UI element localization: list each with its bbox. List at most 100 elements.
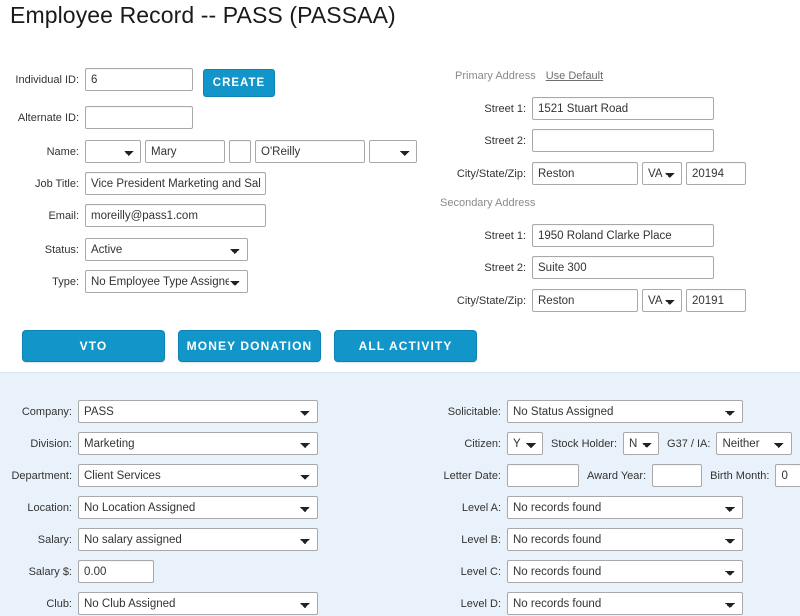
all-activity-button[interactable]: ALL ACTIVITY: [334, 330, 477, 362]
secondary-street2-row: Street 2:: [440, 256, 714, 279]
status-row: Status: Active: [0, 238, 248, 261]
secondary-street1-row: Street 1:: [440, 224, 714, 247]
level-d-row: Level D: No records found: [430, 592, 743, 615]
type-select[interactable]: No Employee Type Assigned: [85, 270, 248, 293]
email-label: Email:: [48, 209, 79, 222]
secondary-street1-input[interactable]: [532, 224, 714, 247]
level-d-select[interactable]: No records found: [507, 592, 743, 615]
individual-id-input[interactable]: [85, 68, 193, 91]
level-a-row: Level A: No records found: [430, 496, 743, 519]
primary-citystatezip-row: City/State/Zip: VA: [440, 162, 746, 185]
club-select[interactable]: No Club Assigned: [78, 592, 318, 615]
solicitable-label: Solicitable:: [447, 405, 501, 418]
department-label: Department:: [11, 469, 72, 482]
salary-amount-label: Salary $:: [28, 565, 72, 578]
job-title-label: Job Title:: [34, 177, 79, 190]
division-label: Division:: [30, 437, 72, 450]
location-row: Location: No Location Assigned: [0, 496, 318, 519]
name-label: Name:: [46, 145, 79, 158]
salary-amount-row: Salary $:: [0, 560, 154, 583]
company-row: Company: PASS: [0, 400, 318, 423]
secondary-street2-input[interactable]: [532, 256, 714, 279]
letter-date-label: Letter Date:: [443, 469, 501, 482]
citizen-label: Citizen:: [464, 437, 501, 450]
solicitable-row: Solicitable: No Status Assigned: [430, 400, 743, 423]
location-select[interactable]: No Location Assigned: [78, 496, 318, 519]
letter-date-input[interactable]: [507, 464, 579, 487]
letter-date-award-birth-row: Letter Date: Award Year: Birth Month:: [430, 464, 800, 487]
secondary-citystatezip-label: City/State/Zip:: [456, 294, 526, 307]
club-row: Club: No Club Assigned: [0, 592, 318, 615]
solicitable-select[interactable]: No Status Assigned: [507, 400, 743, 423]
secondary-state-select[interactable]: VA: [642, 289, 682, 312]
money-donation-button[interactable]: MONEY DONATION: [178, 330, 321, 362]
level-c-select[interactable]: No records found: [507, 560, 743, 583]
secondary-street1-label: Street 1:: [484, 229, 526, 242]
primary-street1-row: Street 1:: [440, 97, 714, 120]
stock-holder-select[interactable]: N: [623, 432, 660, 455]
citizen-stock-g37-row: Citizen: Y Stock Holder: N G37 / IA: Nei…: [430, 432, 793, 455]
primary-citystatezip-label: City/State/Zip:: [456, 167, 526, 180]
department-row: Department: Client Services: [0, 464, 318, 487]
type-row: Type: No Employee Type Assigned: [0, 270, 248, 293]
status-select[interactable]: Active: [85, 238, 248, 261]
name-prefix-select[interactable]: [85, 140, 141, 163]
primary-state-select[interactable]: VA: [642, 162, 682, 185]
level-d-label: Level D:: [460, 597, 501, 610]
alternate-id-label: Alternate ID:: [17, 111, 79, 124]
department-select[interactable]: Client Services: [78, 464, 318, 487]
primary-address-heading: Primary Address Use Default: [455, 70, 603, 82]
g37-ia-label: G37 / IA:: [667, 437, 711, 450]
g37-ia-select[interactable]: Neither: [716, 432, 793, 455]
primary-address-heading-text: Primary Address: [455, 70, 536, 82]
division-row: Division: Marketing: [0, 432, 318, 455]
create-button[interactable]: CREATE: [203, 69, 275, 97]
primary-street1-input[interactable]: [532, 97, 714, 120]
secondary-zip-input[interactable]: [686, 289, 746, 312]
name-last-input[interactable]: [255, 140, 365, 163]
division-select[interactable]: Marketing: [78, 432, 318, 455]
individual-id-label: Individual ID:: [15, 73, 79, 86]
citizen-select[interactable]: Y: [507, 432, 543, 455]
use-default-link[interactable]: Use Default: [546, 70, 603, 82]
primary-city-input[interactable]: [532, 162, 638, 185]
alternate-id-input[interactable]: [85, 106, 193, 129]
level-a-select[interactable]: No records found: [507, 496, 743, 519]
level-b-label: Level B:: [461, 533, 501, 546]
job-title-row: Job Title:: [0, 172, 266, 195]
primary-street1-label: Street 1:: [484, 102, 526, 115]
name-row: Name:: [0, 140, 417, 163]
alternate-id-row: Alternate ID:: [0, 106, 193, 129]
name-first-input[interactable]: [145, 140, 225, 163]
action-button-bar: VTO MONEY DONATION ALL ACTIVITY: [0, 330, 800, 364]
primary-street2-label: Street 2:: [484, 134, 526, 147]
status-label: Status:: [44, 243, 79, 256]
company-label: Company:: [21, 405, 72, 418]
employee-record-page: Employee Record -- PASS (PASSAA) Individ…: [0, 0, 800, 616]
stock-holder-label: Stock Holder:: [551, 437, 618, 450]
birth-month-label: Birth Month:: [710, 469, 770, 482]
club-label: Club:: [46, 597, 72, 610]
name-suffix-select[interactable]: [369, 140, 417, 163]
birth-month-input[interactable]: [775, 464, 800, 487]
primary-street2-input[interactable]: [532, 129, 714, 152]
salary-amount-input[interactable]: [78, 560, 154, 583]
email-input[interactable]: [85, 204, 266, 227]
vto-button[interactable]: VTO: [22, 330, 165, 362]
award-year-label: Award Year:: [587, 469, 647, 482]
level-b-row: Level B: No records found: [430, 528, 743, 551]
level-a-label: Level A:: [461, 501, 501, 514]
type-label: Type:: [52, 275, 79, 288]
secondary-citystatezip-row: City/State/Zip: VA: [440, 289, 746, 312]
location-label: Location:: [27, 501, 72, 514]
salary-select[interactable]: No salary assigned: [78, 528, 318, 551]
secondary-city-input[interactable]: [532, 289, 638, 312]
email-row: Email:: [0, 204, 266, 227]
company-select[interactable]: PASS: [78, 400, 318, 423]
name-middle-input[interactable]: [229, 140, 251, 163]
job-title-input[interactable]: [85, 172, 266, 195]
salary-label: Salary:: [37, 533, 72, 546]
primary-zip-input[interactable]: [686, 162, 746, 185]
level-b-select[interactable]: No records found: [507, 528, 743, 551]
award-year-input[interactable]: [652, 464, 703, 487]
